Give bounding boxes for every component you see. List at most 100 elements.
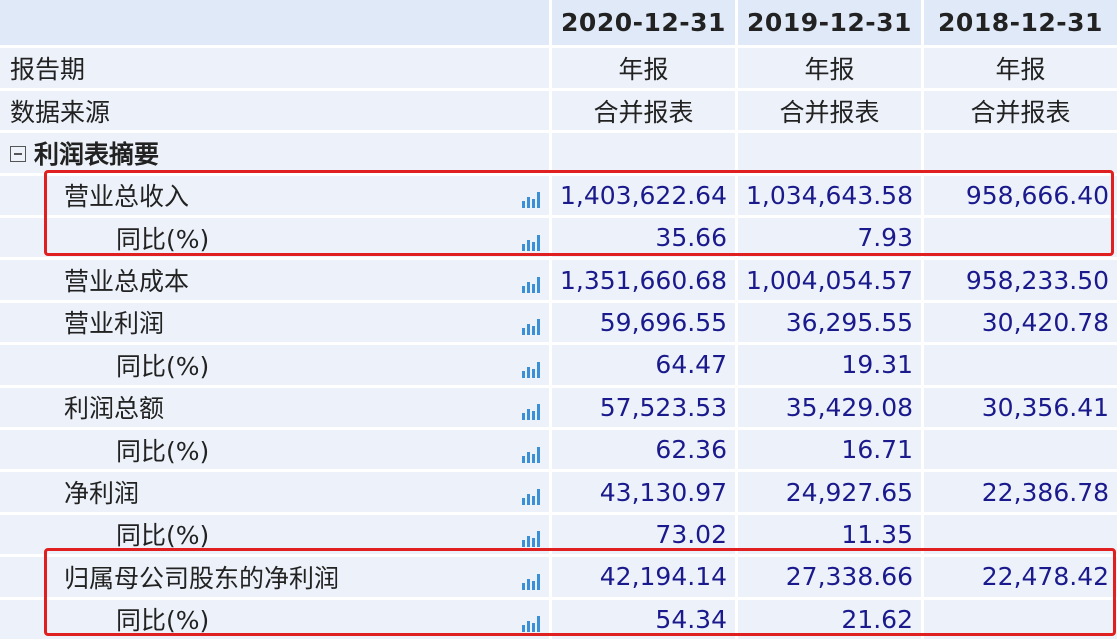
row-label: 营业总成本 [64, 267, 190, 297]
section-row: 利润表摘要 [0, 133, 1120, 176]
value-cell: 62.36 [552, 429, 738, 473]
bar-chart-icon[interactable] [521, 398, 541, 421]
table-row: 营业总成本 1,351,660.68 1,004,054.57 958,233.50 [0, 260, 1120, 303]
row-label-cell: 报告期 [0, 48, 552, 91]
value-cell: 64.47 [552, 345, 738, 388]
value-cell: 11.35 [738, 514, 924, 558]
bar-chart-icon[interactable] [521, 610, 541, 633]
row-label: 同比(%) [116, 436, 210, 466]
value-cell [924, 429, 1120, 473]
row-label-cell: 归属母公司股东的净利润 [0, 557, 552, 600]
row-label-cell: 同比(%) [0, 429, 552, 473]
value-cell [738, 133, 924, 176]
row-label-cell: 净利润 [0, 472, 552, 515]
value-cell [552, 133, 738, 176]
value-cell: 21.62 [738, 599, 924, 642]
meta-row: 数据来源 合并报表 合并报表 合并报表 [0, 90, 1120, 134]
table-row: 利润总额 57,523.53 35,429.08 30,356.41 [0, 387, 1120, 430]
value-cell: 35,429.08 [738, 387, 924, 430]
value-cell: 1,034,643.58 [738, 175, 924, 218]
row-label-cell: 同比(%) [0, 218, 552, 261]
row-label: 利润总额 [64, 394, 165, 424]
value-cell: 73.02 [552, 514, 738, 558]
bar-chart-icon[interactable] [521, 313, 541, 336]
table-row: 同比(%) 64.47 19.31 [0, 345, 1120, 388]
table-row: 营业总收入 1,403,622.64 1,034,643.58 958,666.40 [0, 175, 1120, 218]
value-cell [924, 345, 1120, 388]
value-cell [924, 599, 1120, 642]
row-label: 利润表摘要 [34, 139, 160, 169]
value-cell: 27,338.66 [738, 557, 924, 600]
column-header-2018[interactable]: 2018-12-31 [924, 0, 1120, 49]
value-cell: 7.93 [738, 218, 924, 261]
bar-chart-icon[interactable] [521, 271, 541, 294]
value-cell: 35.66 [552, 218, 738, 261]
table-row: 净利润 43,130.97 24,927.65 22,386.78 [0, 472, 1120, 515]
value-cell: 59,696.55 [552, 302, 738, 346]
value-cell: 36,295.55 [738, 302, 924, 346]
value-cell: 年报 [738, 48, 924, 91]
table-row: 同比(%) 73.02 11.35 [0, 514, 1120, 558]
row-label-cell: 数据来源 [0, 90, 552, 134]
meta-row: 报告期 年报 年报 年报 [0, 48, 1120, 91]
row-label: 同比(%) [116, 521, 210, 551]
table-row: 同比(%) 35.66 7.93 [0, 218, 1120, 261]
value-cell [924, 514, 1120, 558]
value-cell: 16.71 [738, 429, 924, 473]
bar-chart-icon[interactable] [521, 568, 541, 590]
financial-summary-table: 2020-12-31 2019-12-31 2018-12-31 报告期 年报 年报… [0, 0, 1120, 642]
value-cell: 30,356.41 [924, 387, 1120, 430]
value-cell: 958,233.50 [924, 260, 1120, 303]
value-cell: 22,478.42 [924, 557, 1120, 600]
row-label: 同比(%) [116, 606, 210, 636]
value-cell: 22,386.78 [924, 472, 1120, 515]
value-cell: 合并报表 [738, 90, 924, 134]
table-row: 同比(%) 62.36 16.71 [0, 429, 1120, 473]
bar-chart-icon[interactable] [521, 186, 541, 209]
value-cell: 54.34 [552, 599, 738, 642]
row-label-cell[interactable]: 利润表摘要 [0, 133, 552, 176]
value-cell: 1,004,054.57 [738, 260, 924, 303]
value-cell: 958,666.40 [924, 175, 1120, 218]
value-cell [924, 133, 1120, 176]
table-row: 营业利润 59,696.55 36,295.55 30,420.78 [0, 302, 1120, 346]
value-cell: 年报 [924, 48, 1120, 91]
value-cell: 1,351,660.68 [552, 260, 738, 303]
table-row: 归属母公司股东的净利润 42,194.14 27,338.66 22,478.42 [0, 557, 1120, 600]
header-label-cell [0, 0, 552, 49]
row-label-cell: 同比(%) [0, 599, 552, 642]
column-header-2019[interactable]: 2019-12-31 [738, 0, 924, 49]
row-label: 报告期 [10, 55, 86, 85]
bar-chart-icon[interactable] [521, 229, 541, 251]
bar-chart-icon[interactable] [521, 483, 541, 506]
value-cell: 57,523.53 [552, 387, 738, 430]
row-label-cell: 营业总成本 [0, 260, 552, 303]
row-label-cell: 营业总收入 [0, 175, 552, 218]
row-label-cell: 同比(%) [0, 514, 552, 558]
row-label: 同比(%) [116, 351, 210, 381]
row-label: 净利润 [64, 479, 140, 509]
bar-chart-icon[interactable] [521, 356, 541, 378]
row-label: 营业总收入 [64, 182, 190, 212]
row-label: 同比(%) [116, 224, 210, 254]
bar-chart-icon[interactable] [521, 441, 541, 463]
row-label: 归属母公司股东的净利润 [64, 563, 340, 593]
column-header-2020[interactable]: 2020-12-31 [552, 0, 738, 49]
collapse-toggle-icon[interactable] [10, 145, 26, 162]
value-cell: 合并报表 [552, 90, 738, 134]
value-cell: 42,194.14 [552, 557, 738, 600]
value-cell: 19.31 [738, 345, 924, 388]
table-row: 同比(%) 54.34 21.62 [0, 599, 1120, 642]
value-cell: 1,403,622.64 [552, 175, 738, 218]
row-label: 营业利润 [64, 309, 165, 339]
value-cell: 30,420.78 [924, 302, 1120, 346]
value-cell: 24,927.65 [738, 472, 924, 515]
value-cell [924, 218, 1120, 261]
row-label-cell: 利润总额 [0, 387, 552, 430]
row-label-cell: 同比(%) [0, 345, 552, 388]
row-label: 数据来源 [10, 97, 111, 127]
value-cell: 年报 [552, 48, 738, 91]
value-cell: 43,130.97 [552, 472, 738, 515]
row-label-cell: 营业利润 [0, 302, 552, 346]
bar-chart-icon[interactable] [521, 525, 541, 548]
